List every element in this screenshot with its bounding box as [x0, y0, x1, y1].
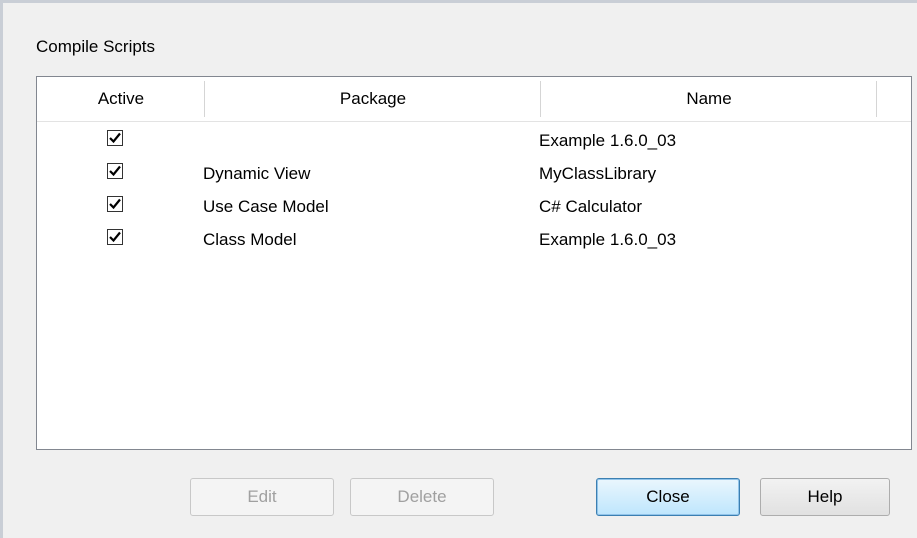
close-button[interactable]: Close — [596, 478, 740, 516]
active-checkbox[interactable] — [107, 163, 123, 179]
name-cell: C# Calculator — [539, 197, 642, 216]
package-cell: Class Model — [203, 230, 297, 249]
checkmark-icon — [109, 198, 121, 210]
active-checkbox[interactable] — [107, 130, 123, 146]
package-cell: Dynamic View — [203, 164, 311, 183]
column-header-package[interactable]: Package — [205, 77, 541, 121]
package-cell: Use Case Model — [203, 197, 329, 216]
table-row[interactable]: Class Model Example 1.6.0_03 — [37, 223, 911, 256]
scripts-list[interactable]: Active Package Name Example 1.6.0_03 Dyn… — [36, 76, 912, 450]
help-button[interactable]: Help — [760, 478, 890, 516]
name-cell: Example 1.6.0_03 — [539, 131, 677, 150]
column-header-name[interactable]: Name — [541, 77, 877, 121]
column-header-active[interactable]: Active — [37, 77, 205, 121]
name-cell: Example 1.6.0_03 — [539, 230, 677, 249]
column-divider[interactable] — [876, 81, 877, 117]
list-header: Active Package Name — [37, 77, 911, 122]
checkmark-icon — [109, 231, 121, 243]
window-frame-top — [0, 0, 917, 3]
table-row[interactable]: Use Case Model C# Calculator — [37, 190, 911, 223]
checkmark-icon — [109, 165, 121, 177]
group-title: Compile Scripts — [36, 37, 156, 56]
active-checkbox[interactable] — [107, 229, 123, 245]
column-header-label: Name — [686, 89, 732, 108]
table-row[interactable]: Dynamic View MyClassLibrary — [37, 157, 911, 190]
delete-button[interactable]: Delete — [350, 478, 494, 516]
column-header-label: Active — [97, 89, 145, 108]
column-header-label: Package — [339, 89, 407, 108]
edit-button[interactable]: Edit — [190, 478, 334, 516]
checkmark-icon — [109, 132, 121, 144]
table-row[interactable]: Example 1.6.0_03 — [37, 124, 911, 157]
name-cell: MyClassLibrary — [539, 164, 657, 183]
window-frame-left — [0, 0, 3, 538]
active-checkbox[interactable] — [107, 196, 123, 212]
